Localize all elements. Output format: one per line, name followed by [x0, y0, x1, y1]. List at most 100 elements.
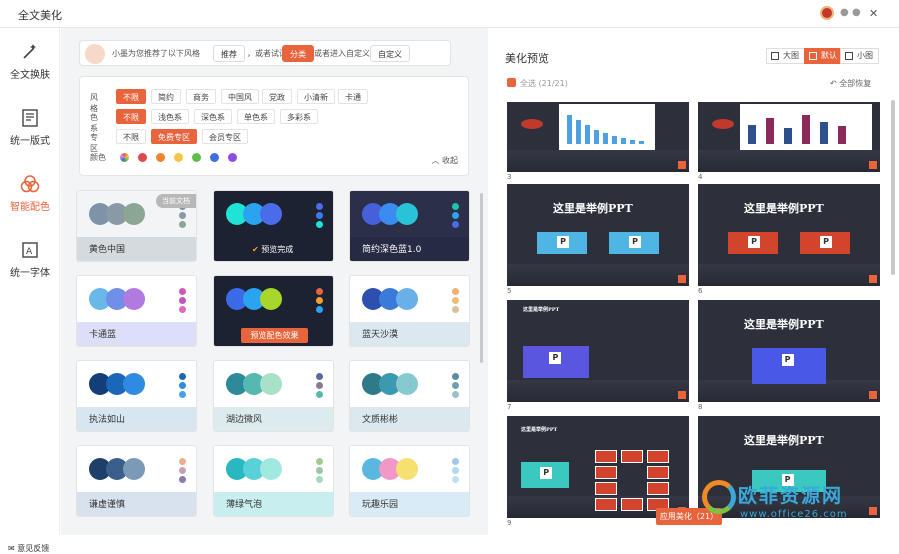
color-dot [316, 458, 323, 465]
scheme-card[interactable]: 执法如山 [76, 360, 197, 432]
user-avatar[interactable] [820, 6, 834, 20]
color-swatch[interactable] [138, 153, 147, 162]
filter-chip[interactable]: 简约 [151, 89, 181, 104]
chart-bar [594, 129, 599, 144]
color-swatch[interactable] [210, 153, 219, 162]
scheme-card[interactable]: 简约深色蓝1.0 [349, 190, 470, 262]
scheme-card[interactable]: ✔ 预览完成 [213, 190, 334, 262]
scheme-swatch-area [350, 191, 469, 237]
slide-thumbnail[interactable]: 这里是举例PPT [507, 300, 689, 402]
scrollbar[interactable] [891, 100, 895, 275]
preview-color-button[interactable]: 预览配色效果 [241, 328, 308, 343]
skin-icon[interactable]: ● [852, 7, 861, 18]
slide-thumbnail[interactable]: 这里是举例PPT [507, 184, 689, 286]
custom-button[interactable]: 自定义 [370, 45, 410, 62]
feedback-link[interactable]: ✉ 意见反馈 [8, 543, 49, 554]
filter-chip[interactable]: 小清新 [297, 89, 335, 104]
color-all-swatch[interactable] [120, 153, 129, 162]
restore-all-button[interactable]: ↶ 全部恢复 [830, 78, 871, 89]
color-dot [179, 458, 186, 465]
filter-chip[interactable]: 深色系 [194, 109, 232, 124]
slide-background [698, 150, 880, 172]
ppt-icon [521, 462, 569, 488]
filter-chip[interactable]: 党政 [262, 89, 292, 104]
filter-chip[interactable]: 不限 [116, 129, 146, 144]
view-label: 默认 [821, 51, 837, 60]
slide-thumbnail[interactable] [507, 102, 689, 172]
filter-chip[interactable]: 不限 [116, 109, 146, 124]
filter-chip[interactable]: 不限 [116, 89, 146, 104]
recommend-button[interactable]: 推荐 [213, 45, 245, 62]
slide-thumbnail[interactable]: 这里是举例PPT [698, 184, 880, 286]
scheme-swatch-area [77, 446, 196, 492]
slide-check-icon[interactable] [869, 161, 877, 169]
slide-check-icon[interactable] [678, 391, 686, 399]
ppt-icon [537, 232, 587, 254]
chart-bar [576, 120, 581, 144]
color-swatch[interactable] [192, 153, 201, 162]
slide-thumbnail[interactable]: 这里是举例PPT [507, 416, 689, 518]
filter-chip[interactable]: 中国风 [221, 89, 259, 104]
view-small-button[interactable]: 小图 [840, 48, 879, 64]
slide-title: 这里是举例PPT [523, 307, 560, 313]
filter-chip[interactable]: 商务 [186, 89, 216, 104]
settings-icon[interactable]: ● [840, 7, 849, 18]
scheme-card[interactable]: 文质彬彬 [349, 360, 470, 432]
sidebar-item-color[interactable]: 智能配色 [0, 174, 60, 213]
close-icon[interactable]: ✕ [869, 7, 878, 20]
tip-text-2: ，或者试试 [247, 49, 287, 58]
slide-number: 8 [698, 403, 703, 411]
scheme-card[interactable]: 薄绿气泡 [213, 445, 334, 517]
color-swatch[interactable] [228, 153, 237, 162]
slide-check-icon[interactable] [869, 275, 877, 283]
select-all-checkbox[interactable]: 全选 (21/21) [507, 78, 568, 89]
collapse-button[interactable]: ︿ 收起 [431, 155, 458, 166]
filter-chip[interactable]: 会员专区 [202, 129, 248, 144]
watermark-url: www.office26.com [740, 509, 848, 520]
scheme-card[interactable]: 玩趣乐园 [349, 445, 470, 517]
sidebar-item-theme[interactable]: 全文换肤 [0, 42, 60, 81]
tip-text-3: 或者进入自定义 [314, 49, 370, 58]
slide-check-icon[interactable] [678, 161, 686, 169]
scheme-card[interactable]: 预览配色效果 [213, 275, 334, 347]
sidebar-item-font[interactable]: A 统一字体 [0, 240, 60, 279]
slide-number: 4 [698, 173, 703, 181]
current-doc-badge: 当前文档 [156, 194, 196, 208]
scheme-card[interactable]: 卡通蓝 [76, 275, 197, 347]
color-dot [179, 467, 186, 474]
color-dot [316, 297, 323, 304]
scrollbar[interactable] [480, 193, 483, 363]
slide-check-icon[interactable] [678, 275, 686, 283]
scheme-card[interactable]: 蓝天沙漠 [349, 275, 470, 347]
slide-thumbnail[interactable] [698, 102, 880, 172]
slide-number: 3 [507, 173, 512, 181]
feedback-label: 意见反馈 [17, 544, 50, 553]
view-default-button[interactable]: 默认 [804, 48, 843, 64]
view-large-icon [771, 52, 779, 60]
scheme-name: 简约深色蓝1.0 [350, 237, 469, 261]
scheme-card[interactable]: 湖边微风 [213, 360, 334, 432]
filter-label: 风格 [90, 93, 98, 113]
filter-chip[interactable]: 卡通 [338, 89, 368, 104]
sidebar-item-layout[interactable]: 统一版式 [0, 108, 60, 147]
category-button[interactable]: 分类 [282, 45, 314, 62]
filter-row-colors: 颜色 [90, 149, 290, 165]
sidebar-item-label: 全文换肤 [10, 70, 50, 81]
color-dot [179, 221, 186, 228]
filter-chip[interactable]: 免费专区 [151, 129, 197, 144]
chart-bar [838, 126, 846, 144]
color-swatch[interactable] [156, 153, 165, 162]
filter-chip[interactable]: 单色系 [237, 109, 275, 124]
scheme-card[interactable]: 谦虚谨慎 [76, 445, 197, 517]
color-dot [452, 458, 459, 465]
color-dot [179, 288, 186, 295]
scheme-card[interactable]: 黄色中国 当前文档 [76, 190, 197, 262]
view-large-button[interactable]: 大图 [766, 48, 805, 64]
font-icon: A [22, 242, 38, 258]
slide-thumbnail[interactable]: 这里是举例PPT [698, 300, 880, 402]
slide-check-icon[interactable] [869, 391, 877, 399]
filter-chip[interactable]: 多彩系 [280, 109, 318, 124]
color-swatch[interactable] [174, 153, 183, 162]
filter-chip[interactable]: 浅色系 [151, 109, 189, 124]
tip-bar: 小墨为您推荐了以下风格 推荐 ，或者试试 分类 或者进入自定义 自定义 [79, 40, 451, 66]
